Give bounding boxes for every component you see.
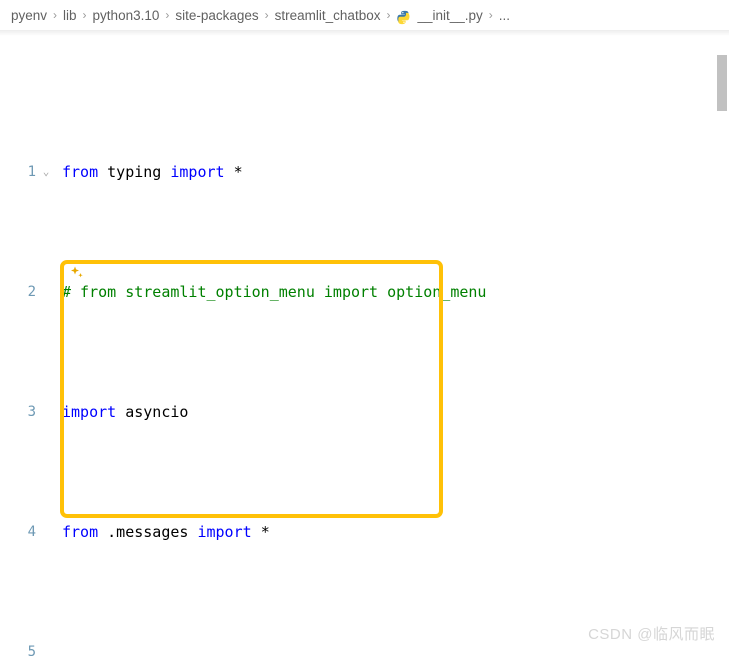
code-line[interactable]: 3 import asyncio <box>0 400 729 424</box>
breadcrumb-separator-icon: › <box>82 8 87 22</box>
line-content[interactable]: from .messages import * <box>56 520 729 544</box>
breadcrumb-item-lib[interactable]: lib <box>62 8 78 23</box>
vertical-scrollbar[interactable] <box>715 30 729 658</box>
editor-top-shadow <box>0 30 729 36</box>
line-number: 2 <box>27 284 36 300</box>
python-file-icon <box>396 10 411 25</box>
scrollbar-thumb[interactable] <box>717 55 727 111</box>
breadcrumb-item-init-py[interactable]: __init__.py <box>416 8 483 23</box>
line-number: 1 <box>27 164 36 180</box>
breadcrumb-item-pyenv[interactable]: pyenv <box>10 8 48 23</box>
breadcrumb-item-site-packages[interactable]: site-packages <box>174 8 259 23</box>
breadcrumb-separator-icon: › <box>264 8 269 22</box>
breadcrumb-item-python310[interactable]: python3.10 <box>92 8 161 23</box>
breadcrumb-separator-icon: › <box>386 8 391 22</box>
code-line[interactable]: 1 ⌄ from typing import * <box>0 160 729 184</box>
breadcrumb-item-overflow[interactable]: ... <box>498 8 511 23</box>
line-content[interactable]: # from streamlit_option_menu import opti… <box>56 280 729 304</box>
line-number: 3 <box>27 404 36 420</box>
breadcrumb-separator-icon: › <box>53 8 58 22</box>
code-lines[interactable]: 1 ⌄ from typing import * 2 # from stream… <box>0 64 729 658</box>
code-editor[interactable]: 1 ⌄ from typing import * 2 # from stream… <box>0 30 729 658</box>
breadcrumb[interactable]: pyenv › lib › python3.10 › site-packages… <box>0 0 729 30</box>
watermark-text: CSDN @临风而眠 <box>588 626 715 643</box>
breadcrumb-separator-icon: › <box>488 8 493 22</box>
fold-chevron-icon[interactable]: ⌄ <box>36 160 56 184</box>
line-number: 4 <box>27 524 36 540</box>
breadcrumb-item-streamlit-chatbox[interactable]: streamlit_chatbox <box>274 8 382 23</box>
breadcrumb-separator-icon: › <box>165 8 170 22</box>
line-content[interactable]: import asyncio <box>56 400 729 424</box>
code-line[interactable]: 2 # from streamlit_option_menu import op… <box>0 280 729 304</box>
copilot-sparkle-icon[interactable] <box>69 266 85 282</box>
line-content[interactable]: from typing import * <box>56 160 729 184</box>
code-line[interactable]: 4 from .messages import * <box>0 520 729 544</box>
line-number: 5 <box>27 644 36 658</box>
